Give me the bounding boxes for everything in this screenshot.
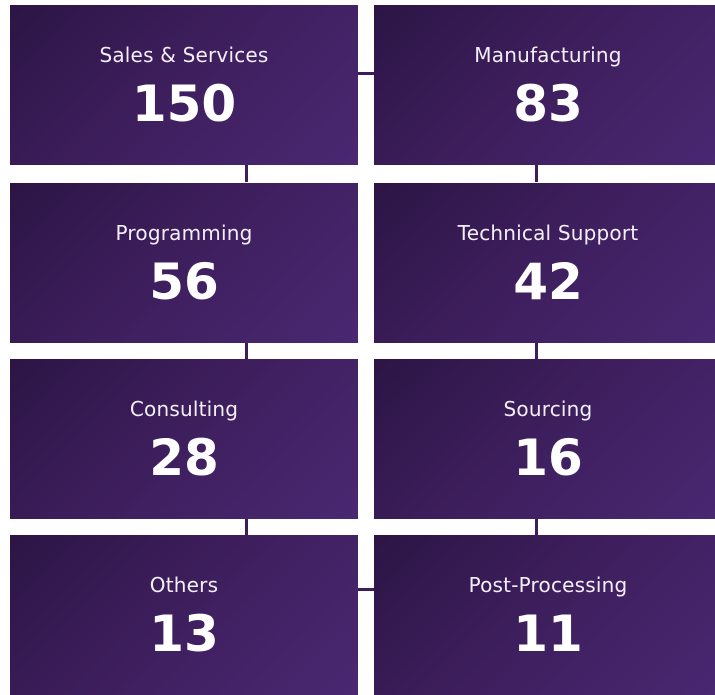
tile-label: Programming [115,221,253,245]
tile-label: Consulting [129,397,239,421]
tile-others: Others 13 [10,535,358,695]
tile-value: 13 [149,605,219,663]
tile-value: 42 [513,253,583,311]
connector-v-left-2 [245,343,248,359]
tile-post-processing: Post-Processing 11 [374,535,715,695]
tile-value: 56 [149,253,219,311]
connector-v-left-1 [245,165,248,182]
tile-value: 16 [513,429,583,487]
tile-programming: Programming 56 [10,183,358,343]
tile-label: Technical Support [457,221,639,245]
tile-label: Sourcing [503,397,593,421]
connector-v-right-2 [535,343,538,359]
tile-value: 150 [131,75,237,133]
tile-label: Others [149,573,219,597]
tile-sales-services: Sales & Services 150 [10,5,358,165]
tile-sourcing: Sourcing 16 [374,359,715,519]
connector-v-right-1 [535,165,538,182]
tile-value: 83 [513,75,583,133]
tile-value: 11 [513,605,583,663]
connector-h-row4 [358,588,374,591]
connector-h-row1 [358,72,374,75]
tile-label: Manufacturing [474,43,622,67]
tile-consulting: Consulting 28 [10,359,358,519]
tile-value: 28 [149,429,219,487]
tile-technical-support: Technical Support 42 [374,183,715,343]
tile-manufacturing: Manufacturing 83 [374,5,715,165]
connector-v-left-3 [245,519,248,535]
connector-v-right-3 [535,519,538,535]
tile-label: Post-Processing [468,573,628,597]
tile-label: Sales & Services [99,43,269,67]
